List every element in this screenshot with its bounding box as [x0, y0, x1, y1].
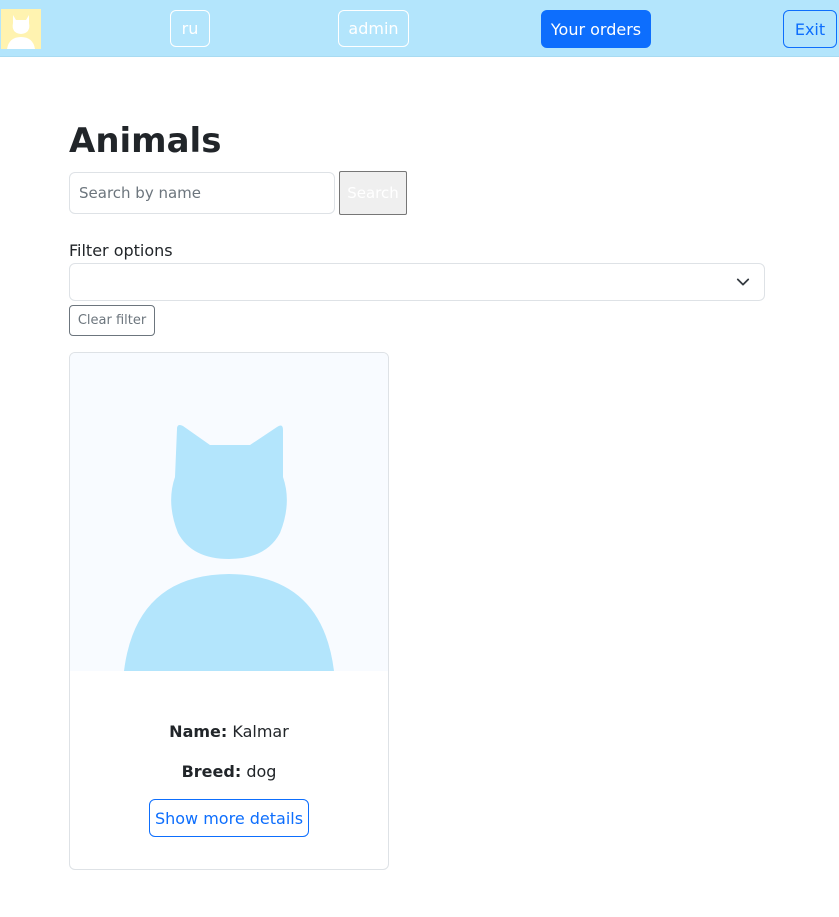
page-title: Animals: [69, 121, 222, 161]
filter-select[interactable]: [69, 263, 765, 301]
search-button[interactable]: Search: [339, 171, 407, 215]
exit-button[interactable]: Exit: [783, 10, 837, 48]
animal-breed-line: Breed: dog: [70, 762, 388, 782]
animal-breed: dog: [246, 762, 277, 781]
clear-filter-button[interactable]: Clear filter: [69, 305, 155, 336]
show-more-details-button[interactable]: Show more details: [149, 799, 309, 837]
animal-card: Name: Kalmar Breed: dog Show more detail…: [69, 352, 389, 870]
name-label: Name:: [169, 722, 228, 741]
top-navbar: ru admin Your orders Exit: [0, 0, 839, 57]
user-button[interactable]: admin: [338, 10, 409, 47]
language-button[interactable]: ru: [170, 10, 210, 47]
filter-label: Filter options: [69, 241, 173, 260]
animal-image: [70, 353, 388, 671]
animal-name-line: Name: Kalmar: [70, 722, 388, 742]
chevron-down-icon: [736, 278, 750, 286]
your-orders-button[interactable]: Your orders: [541, 10, 651, 48]
cat-placeholder-icon: [124, 425, 334, 671]
animal-name: Kalmar: [232, 722, 289, 741]
breed-label: Breed:: [181, 762, 242, 781]
logo-cat-icon[interactable]: [1, 9, 41, 49]
search-input[interactable]: [69, 172, 335, 214]
